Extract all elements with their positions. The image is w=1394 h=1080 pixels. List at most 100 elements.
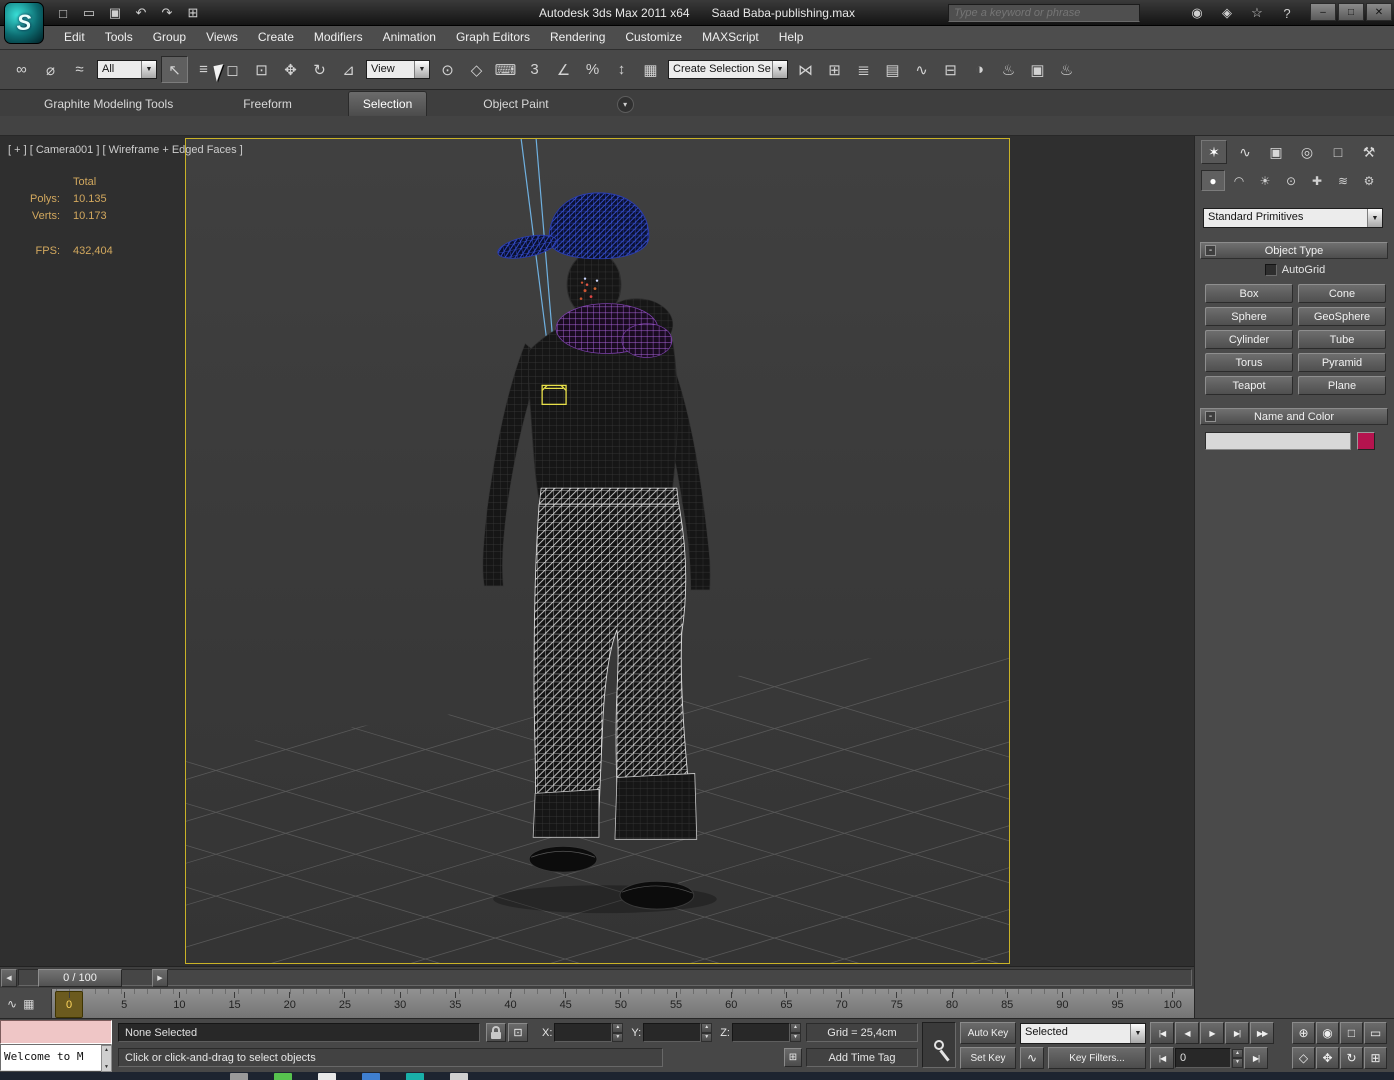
keyboard-override-icon[interactable]: ⌨ bbox=[492, 56, 519, 83]
frame-tick[interactable]: 20 bbox=[277, 992, 303, 1017]
object-type-button[interactable]: Box bbox=[1205, 284, 1293, 303]
frame-spinner[interactable]: ▲ ▼ bbox=[1232, 1048, 1243, 1068]
time-slider-next-button[interactable]: ▶ bbox=[152, 969, 168, 987]
frame-tick[interactable]: 80 bbox=[939, 992, 965, 1017]
menu-item[interactable]: Modifiers bbox=[304, 26, 373, 49]
menu-item[interactable]: Help bbox=[769, 26, 814, 49]
autogrid-checkbox[interactable] bbox=[1264, 264, 1277, 276]
y-coordinate-field[interactable] bbox=[643, 1023, 702, 1042]
object-type-button[interactable]: Pyramid bbox=[1298, 353, 1386, 372]
pan-icon[interactable]: ✥ bbox=[1316, 1047, 1339, 1069]
menu-item[interactable]: MAXScript bbox=[692, 26, 769, 49]
character-wireframe-model[interactable] bbox=[482, 192, 717, 914]
menu-item[interactable]: Graph Editors bbox=[446, 26, 540, 49]
object-type-button[interactable]: Teapot bbox=[1205, 376, 1293, 395]
lights-category-icon[interactable]: ☀ bbox=[1253, 170, 1277, 191]
select-object-icon[interactable]: ↖ bbox=[161, 56, 188, 83]
redo-icon[interactable]: ↷ bbox=[156, 3, 178, 23]
key-mode-dropdown[interactable]: Selected ▼ bbox=[1020, 1023, 1146, 1044]
frame-tick[interactable]: 25 bbox=[332, 992, 358, 1017]
frame-tick[interactable]: 10 bbox=[166, 992, 192, 1017]
field-of-view-icon[interactable]: ◇ bbox=[1292, 1047, 1315, 1069]
x-spinner[interactable]: ▲ ▼ bbox=[612, 1023, 624, 1042]
select-and-scale-icon[interactable]: ⊿ bbox=[335, 56, 362, 83]
listener-scrollbar[interactable]: ▲ ▼ bbox=[101, 1045, 112, 1072]
open-file-icon[interactable]: ▭ bbox=[78, 3, 100, 23]
time-slider[interactable]: ◀ 0 / 100 ▶ bbox=[0, 966, 1194, 988]
search-input[interactable] bbox=[948, 4, 1140, 22]
key-filters-button[interactable]: Key Filters... bbox=[1048, 1047, 1146, 1069]
time-slider-track[interactable] bbox=[18, 969, 1192, 986]
helpers-category-icon[interactable]: ✚ bbox=[1305, 170, 1329, 191]
go-to-end-button[interactable]: ▶▶ bbox=[1250, 1022, 1274, 1044]
ribbon-collapse-button[interactable]: ▾ bbox=[616, 96, 634, 113]
select-and-move-icon[interactable]: ✥ bbox=[277, 56, 304, 83]
menu-item[interactable]: Customize bbox=[615, 26, 692, 49]
cameras-category-icon[interactable]: ⊙ bbox=[1279, 170, 1303, 191]
object-type-button[interactable]: Tube bbox=[1298, 330, 1386, 349]
ribbon-tab[interactable]: Object Paint bbox=[469, 92, 562, 116]
select-by-name-icon[interactable]: ≡ bbox=[190, 56, 217, 83]
play-animation-button[interactable]: ▶ bbox=[1200, 1022, 1224, 1044]
frame-tick[interactable]: 85 bbox=[994, 992, 1020, 1017]
zoom-region-icon[interactable]: ▭ bbox=[1364, 1022, 1387, 1044]
selection-lock-toggle[interactable] bbox=[486, 1023, 506, 1042]
align-icon[interactable]: ⊞ bbox=[821, 56, 848, 83]
time-slider-thumb[interactable]: 0 / 100 bbox=[38, 969, 122, 987]
z-coordinate-field[interactable] bbox=[731, 1023, 790, 1042]
save-file-icon[interactable]: ▣ bbox=[104, 3, 126, 23]
menu-item[interactable]: Group bbox=[143, 26, 196, 49]
frame-tick[interactable]: 0 bbox=[55, 991, 83, 1018]
restore-button[interactable]: □ bbox=[1338, 3, 1364, 21]
bind-to-space-warp-icon[interactable]: ≈ bbox=[66, 56, 93, 83]
snaps-toggle-icon[interactable]: 3 bbox=[521, 56, 548, 83]
frame-tick[interactable]: 30 bbox=[387, 992, 413, 1017]
zoom-icon[interactable]: ⊕ bbox=[1292, 1022, 1315, 1044]
primitive-category-dropdown[interactable]: Standard Primitives ▼ bbox=[1203, 208, 1383, 228]
frame-tick[interactable]: 40 bbox=[498, 992, 524, 1017]
frame-tick[interactable]: 70 bbox=[829, 992, 855, 1017]
object-type-button[interactable]: Torus bbox=[1205, 353, 1293, 372]
frame-tick[interactable]: 65 bbox=[773, 992, 799, 1017]
object-name-field[interactable] bbox=[1205, 432, 1351, 450]
menu-item[interactable]: Edit bbox=[54, 26, 95, 49]
render-production-icon[interactable]: ♨ bbox=[1053, 56, 1080, 83]
taskbar-item[interactable] bbox=[450, 1073, 468, 1080]
object-type-button[interactable]: Cone bbox=[1298, 284, 1386, 303]
frame-tick[interactable]: 90 bbox=[1049, 992, 1075, 1017]
menu-item[interactable]: Tools bbox=[95, 26, 143, 49]
shapes-category-icon[interactable]: ◠ bbox=[1227, 170, 1251, 191]
select-and-manipulate-icon[interactable]: ◇ bbox=[463, 56, 490, 83]
rendered-frame-icon[interactable]: ▣ bbox=[1024, 56, 1051, 83]
display-tab[interactable]: □ bbox=[1325, 140, 1351, 164]
track-bar[interactable]: ∿ ▦ 0 5 10 15 20 25 30 35 40 45 50 55 60… bbox=[0, 988, 1194, 1018]
frame-tick[interactable]: 15 bbox=[222, 992, 248, 1017]
zoom-extents-icon[interactable]: □ bbox=[1340, 1022, 1363, 1044]
frame-tick[interactable]: 100 bbox=[1160, 992, 1186, 1017]
absolute-offset-toggle[interactable]: ⊡ bbox=[508, 1023, 528, 1042]
undo-icon[interactable]: ↶ bbox=[130, 3, 152, 23]
mirror-icon[interactable]: ⋈ bbox=[792, 56, 819, 83]
layer-manager-icon[interactable]: ≣ bbox=[850, 56, 877, 83]
default-in-out-tangents-button[interactable]: ∿ bbox=[1020, 1047, 1044, 1069]
menu-item[interactable]: Rendering bbox=[540, 26, 615, 49]
favorites-icon[interactable]: ☆ bbox=[1246, 3, 1268, 23]
percent-snap-icon[interactable]: % bbox=[579, 56, 606, 83]
previous-key-button[interactable]: |◀ bbox=[1150, 1047, 1174, 1069]
reference-coordinate-dropdown[interactable]: View ▼ bbox=[366, 60, 430, 79]
camera-viewport[interactable] bbox=[185, 138, 1010, 964]
object-type-button[interactable]: Cylinder bbox=[1205, 330, 1293, 349]
frame-tick[interactable]: 5 bbox=[111, 992, 137, 1017]
geometry-category-icon[interactable]: ● bbox=[1201, 170, 1225, 191]
ribbon-tab[interactable]: Freeform bbox=[229, 92, 306, 116]
space-warps-category-icon[interactable]: ≋ bbox=[1331, 170, 1355, 191]
object-type-button[interactable]: GeoSphere bbox=[1298, 307, 1386, 326]
taskbar-item[interactable] bbox=[274, 1073, 292, 1080]
scroll-down-icon[interactable]: ▼ bbox=[104, 1064, 109, 1070]
frame-tick[interactable]: 60 bbox=[718, 992, 744, 1017]
maxscript-mini-listener[interactable]: Welcome to M ▲ ▼ bbox=[0, 1020, 112, 1072]
zoom-all-icon[interactable]: ◉ bbox=[1316, 1022, 1339, 1044]
selection-filter-dropdown[interactable]: All ▼ bbox=[97, 60, 157, 79]
previous-frame-button[interactable]: ◀ bbox=[1175, 1022, 1199, 1044]
next-key-button[interactable]: ▶| bbox=[1244, 1047, 1268, 1069]
